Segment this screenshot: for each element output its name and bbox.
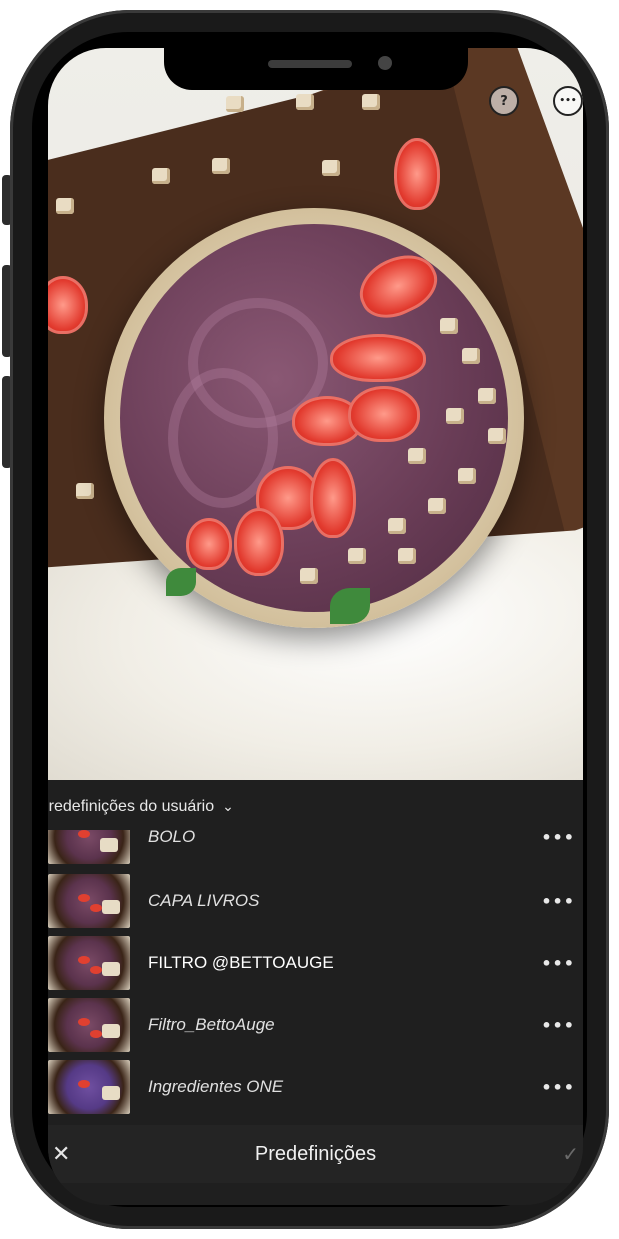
preset-thumbnail <box>48 874 130 928</box>
more-options-icon[interactable]: ••• <box>541 830 575 847</box>
more-icon[interactable]: ••• <box>553 86 583 116</box>
strawberry-slice <box>186 518 232 570</box>
mint-leaf <box>330 588 370 624</box>
preset-item-filtro-bettoauge[interactable]: FILTRO @BETTOAUGE ••• <box>48 934 583 992</box>
nut-piece <box>76 483 94 499</box>
strawberry-slice <box>348 386 420 442</box>
preset-label: CAPA LIVROS <box>148 891 260 910</box>
nut-piece <box>56 198 74 214</box>
photo-preview[interactable]: ? ••• <box>48 48 583 780</box>
nut-piece <box>446 408 464 424</box>
nut-piece <box>478 388 496 404</box>
preset-item-filtro-bettoauge-2[interactable]: Filtro_BettoAuge ••• <box>48 996 583 1054</box>
help-icon[interactable]: ? <box>489 86 519 116</box>
speaker-grille <box>268 60 352 68</box>
nut-piece <box>348 548 366 564</box>
preset-group-selector[interactable]: Predefinições do usuário ⌄ <box>48 792 234 822</box>
nut-piece <box>226 96 244 112</box>
mint-leaf <box>166 568 196 596</box>
preset-thumbnail <box>48 936 130 990</box>
front-camera <box>378 56 392 70</box>
preset-label: Ingredientes ONE <box>148 1077 284 1096</box>
strawberry <box>394 138 440 210</box>
nut-piece <box>408 448 426 464</box>
photo-toolbar: ? ••• <box>489 86 583 116</box>
preset-item-ingredientes-one[interactable]: Ingredientes ONE ••• <box>48 1058 583 1116</box>
preset-label: FILTRO @BETTOAUGE <box>148 953 334 972</box>
preset-thumbnail <box>48 998 130 1052</box>
notch <box>164 48 468 90</box>
nut-piece <box>212 158 230 174</box>
nut-piece <box>458 468 476 484</box>
strawberry-slice <box>234 508 284 576</box>
preset-label: Filtro_BettoAuge <box>148 1015 275 1034</box>
preset-thumbnail <box>48 830 130 864</box>
more-options-icon[interactable]: ••• <box>541 1016 575 1035</box>
more-options-icon[interactable]: ••• <box>541 1078 575 1097</box>
preset-item-capa-livros[interactable]: CAPA LIVROS ••• <box>48 872 583 930</box>
bottom-action-bar: ✕ Predefinições ✓ <box>48 1125 583 1183</box>
more-options-icon[interactable]: ••• <box>541 954 575 973</box>
nut-piece <box>322 160 340 176</box>
preset-list[interactable]: BOLO ••• CAPA LIVROS ••• FILTRO @BETTOAU… <box>48 830 583 1125</box>
nut-piece <box>152 168 170 184</box>
strawberry-slice <box>310 458 356 538</box>
chevron-down-icon: ⌄ <box>222 799 234 815</box>
nut-piece <box>428 498 446 514</box>
preset-label: BOLO <box>148 830 196 846</box>
nut-piece <box>398 548 416 564</box>
nut-piece <box>300 568 318 584</box>
more-options-icon[interactable]: ••• <box>541 892 575 911</box>
preset-item-bolo[interactable]: BOLO ••• <box>48 830 583 866</box>
nut-piece <box>296 94 314 110</box>
nut-piece <box>488 428 506 444</box>
nut-piece <box>362 94 380 110</box>
preset-group-label: Predefinições do usuário <box>48 798 215 815</box>
presets-panel: Predefinições do usuário ⌄ BOLO ••• CAPA… <box>48 780 583 1205</box>
nut-piece <box>462 348 480 364</box>
page-title: Predefinições <box>254 1142 377 1165</box>
nut-piece <box>388 518 406 534</box>
app-screen: ? ••• Predefinições do usuário ⌄ BOLO ••… <box>48 48 583 1205</box>
preset-thumbnail <box>48 1060 130 1114</box>
nut-piece <box>440 318 458 334</box>
strawberry-slice <box>330 334 426 382</box>
